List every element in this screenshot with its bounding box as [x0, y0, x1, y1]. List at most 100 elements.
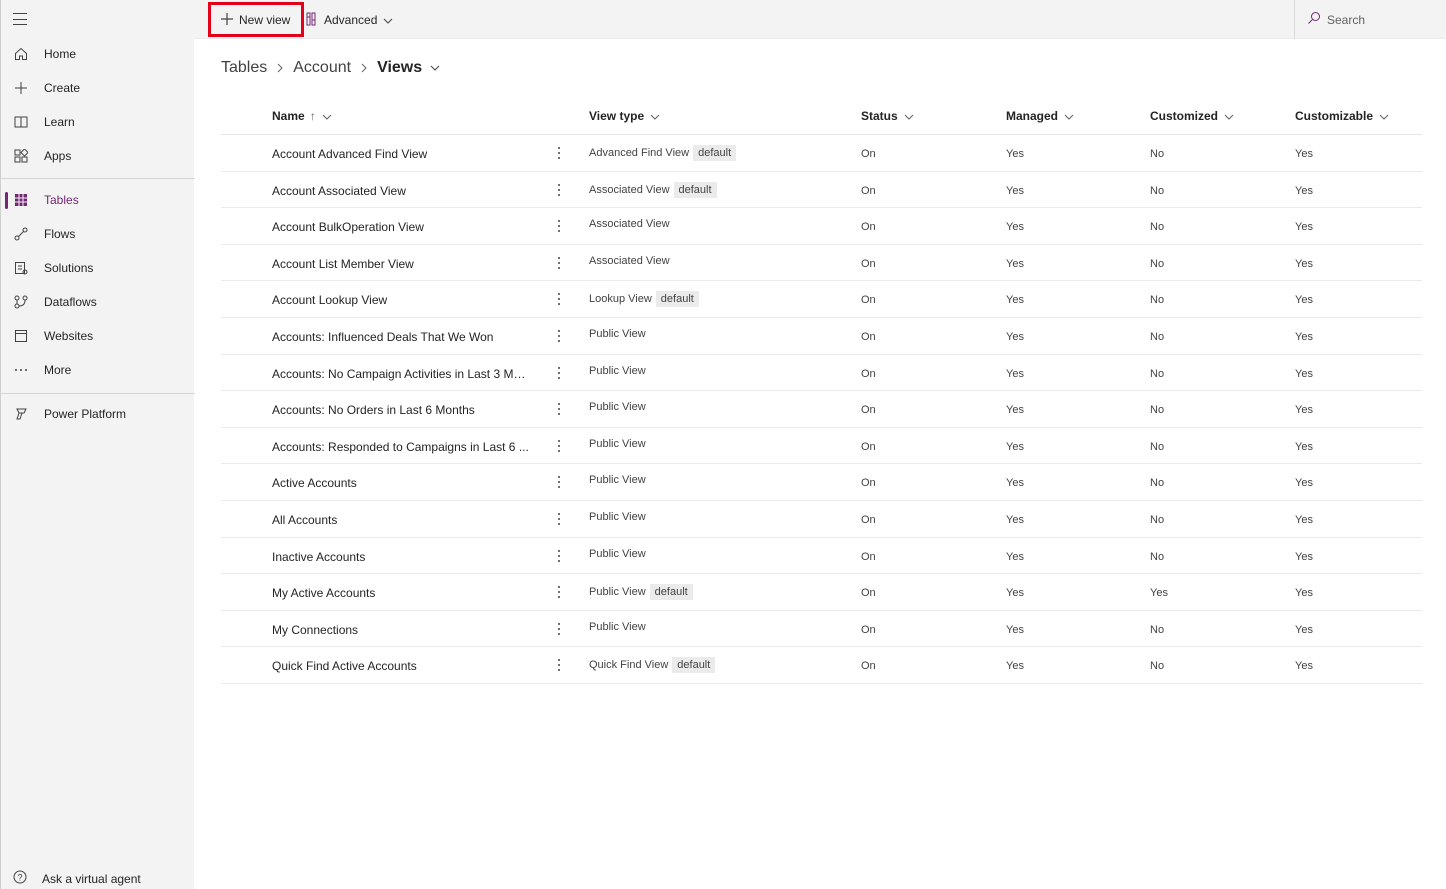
table-row[interactable]: Account Associated View Associated View de…: [221, 172, 1422, 209]
more-options-icon[interactable]: [556, 511, 562, 527]
nav-item-more[interactable]: More: [5, 355, 191, 385]
view-type-text: Advanced Find View: [589, 147, 690, 159]
table-row[interactable]: Inactive Accounts Public View On Yes No Yes: [221, 538, 1422, 575]
nav-item-tables[interactable]: Tables: [5, 185, 191, 215]
breadcrumb-account[interactable]: Account: [293, 59, 351, 77]
status-cell: On: [861, 440, 876, 453]
more-options-icon[interactable]: [556, 438, 562, 454]
view-type-text: Public View: [589, 401, 646, 414]
view-type-cell: Quick Find View default: [589, 657, 716, 674]
more-options-icon[interactable]: [556, 657, 562, 673]
table-row[interactable]: Accounts: No Orders in Last 6 Months Publ…: [221, 391, 1422, 428]
customized-cell: No: [1150, 477, 1165, 490]
more-options-icon[interactable]: [556, 291, 562, 307]
ellipsis-icon: [13, 362, 29, 378]
more-options-icon[interactable]: [556, 218, 562, 234]
new-view-button[interactable]: New view: [208, 2, 304, 37]
more-options-icon[interactable]: [556, 584, 562, 600]
view-type-text: Associated View: [589, 218, 670, 231]
nav-item-power-platform[interactable]: Power Platform: [5, 399, 191, 429]
view-name-link[interactable]: All Accounts: [272, 513, 530, 527]
dataflow-icon: [13, 294, 29, 310]
nav-item-flows[interactable]: Flows: [5, 219, 191, 249]
view-type-text: Public View: [589, 510, 646, 523]
table-row[interactable]: Quick Find Active Accounts Quick Find Vie…: [221, 647, 1422, 684]
chevron-down-icon[interactable]: [430, 65, 440, 71]
more-options-icon[interactable]: [556, 255, 562, 271]
chevron-down-icon: [1064, 109, 1074, 123]
view-name-link[interactable]: Account Associated View: [272, 184, 530, 198]
more-options-icon[interactable]: [556, 548, 562, 564]
status-cell: On: [861, 221, 876, 234]
view-name-link[interactable]: Accounts: Influenced Deals That We Won: [272, 330, 530, 344]
chevron-down-icon: [650, 109, 660, 123]
column-header-managed[interactable]: Managed: [1006, 109, 1074, 123]
view-name-link[interactable]: Quick Find Active Accounts: [272, 659, 530, 673]
nav-item-create[interactable]: Create: [5, 73, 191, 103]
table-row[interactable]: Accounts: Influenced Deals That We Won Pu…: [221, 318, 1422, 355]
nav-item-apps[interactable]: Apps: [5, 141, 191, 171]
views-table: Name ↑ View type Status Managed Customiz…: [221, 98, 1422, 684]
view-name-link[interactable]: Account Advanced Find View: [272, 147, 530, 161]
nav-label: Websites: [44, 329, 94, 343]
column-header-customized[interactable]: Customized: [1150, 109, 1234, 123]
hamburger-icon[interactable]: [13, 11, 29, 27]
more-options-icon[interactable]: [556, 474, 562, 490]
status-cell: On: [861, 367, 876, 380]
view-name-link[interactable]: My Connections: [272, 623, 530, 637]
customized-cell: No: [1150, 513, 1165, 526]
column-label: Managed: [1006, 109, 1059, 123]
table-row[interactable]: Account Lookup View Lookup View default On Y…: [221, 281, 1422, 318]
customized-cell: No: [1150, 404, 1165, 417]
table-row[interactable]: My Connections Public View On Yes No Yes: [221, 611, 1422, 648]
managed-cell: Yes: [1006, 330, 1024, 343]
nav-item-learn[interactable]: Learn: [5, 107, 191, 137]
table-row[interactable]: Account List Member View Associated View O…: [221, 245, 1422, 282]
virtual-agent-button[interactable]: ? Ask a virtual agent: [13, 870, 141, 887]
nav-item-websites[interactable]: Websites: [5, 321, 191, 351]
column-header-name[interactable]: Name ↑: [272, 109, 332, 123]
table-row[interactable]: Accounts: Responded to Campaigns in Last…: [221, 428, 1422, 465]
more-options-icon[interactable]: [556, 621, 562, 637]
table-row[interactable]: All Accounts Public View On Yes No Yes: [221, 501, 1422, 538]
view-name-link[interactable]: Accounts: No Orders in Last 6 Months: [272, 403, 530, 417]
more-options-icon[interactable]: [556, 328, 562, 344]
more-options-icon[interactable]: [556, 182, 562, 198]
managed-cell: Yes: [1006, 440, 1024, 453]
nav-label: Home: [44, 47, 77, 61]
column-header-customizable[interactable]: Customizable: [1295, 109, 1389, 123]
nav-item-home[interactable]: Home: [5, 39, 191, 69]
view-name-link[interactable]: Active Accounts: [272, 476, 530, 490]
nav-item-solutions[interactable]: Solutions: [5, 253, 191, 283]
advanced-button[interactable]: Advanced: [306, 8, 393, 32]
view-name-link[interactable]: Inactive Accounts: [272, 550, 530, 564]
view-type-text: Public View: [589, 327, 646, 340]
column-header-view-type[interactable]: View type: [589, 109, 660, 123]
more-options-icon[interactable]: [556, 401, 562, 417]
view-name-link[interactable]: Accounts: No Campaign Activities in Last…: [272, 367, 530, 381]
nav-label: Solutions: [44, 261, 94, 275]
breadcrumb-tables[interactable]: Tables: [221, 59, 267, 77]
view-type-cell: Public View: [589, 548, 646, 560]
column-header-status[interactable]: Status: [861, 109, 914, 123]
nav-divider: [1, 393, 195, 394]
search-input[interactable]: Search: [1294, 0, 1446, 39]
table-row[interactable]: Accounts: No Campaign Activities in Last…: [221, 355, 1422, 392]
view-name-link[interactable]: Accounts: Responded to Campaigns in Last…: [272, 440, 530, 454]
view-name-link[interactable]: Account Lookup View: [272, 293, 530, 307]
table-row[interactable]: Account Advanced Find View Advanced Find …: [221, 135, 1422, 172]
table-row[interactable]: Account BulkOperation View Associated Vie…: [221, 208, 1422, 245]
book-icon: [13, 114, 29, 130]
table-row[interactable]: My Active Accounts Public View default On Ye…: [221, 574, 1422, 611]
view-name-link[interactable]: My Active Accounts: [272, 586, 530, 600]
view-type-text: Associated View: [589, 183, 670, 196]
more-options-icon[interactable]: [556, 145, 562, 161]
view-name-link[interactable]: Account BulkOperation View: [272, 220, 530, 234]
nav-label: Apps: [44, 149, 72, 163]
breadcrumb-views[interactable]: Views: [377, 59, 422, 77]
managed-cell: Yes: [1006, 513, 1024, 526]
table-row[interactable]: Active Accounts Public View On Yes No Yes: [221, 464, 1422, 501]
view-name-link[interactable]: Account List Member View: [272, 257, 530, 271]
more-options-icon[interactable]: [556, 365, 562, 381]
nav-item-dataflows[interactable]: Dataflows: [5, 287, 191, 317]
